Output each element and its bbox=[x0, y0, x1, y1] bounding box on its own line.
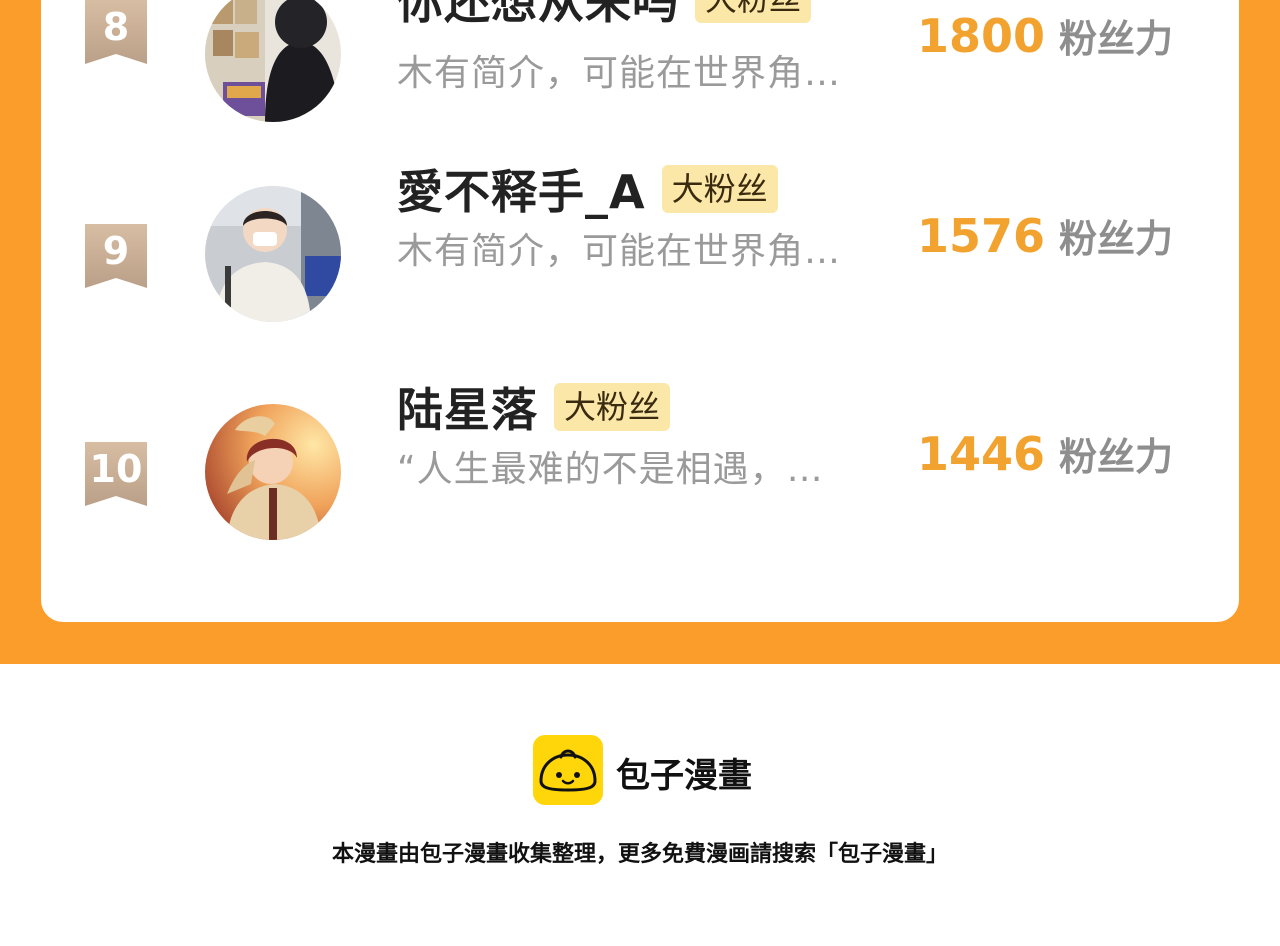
score-value: 1800 bbox=[917, 9, 1046, 63]
score-value: 1446 bbox=[917, 427, 1046, 481]
ranking-frame: 8 你还想从来吗 大粉丝 木有 bbox=[0, 0, 1280, 664]
user-avatar[interactable] bbox=[205, 0, 341, 122]
username-line: 你还想从来吗 大粉丝 bbox=[397, 0, 812, 29]
rank-ribbon-icon: 8 bbox=[85, 0, 147, 64]
ranking-row[interactable]: 8 你还想从来吗 大粉丝 木有 bbox=[41, 0, 1239, 128]
ranking-row[interactable]: 9 愛不释手_A 大粉丝 木有简介，可能在世界角… 1576 粉丝力 bbox=[41, 165, 1239, 326]
user-bio: 木有简介，可能在世界角… bbox=[397, 231, 842, 272]
avatar-photo-icon bbox=[205, 0, 341, 122]
score-value: 1576 bbox=[917, 209, 1046, 263]
score-unit: 粉丝力 bbox=[1059, 217, 1174, 261]
ranking-card: 8 你还想从来吗 大粉丝 木有 bbox=[41, 0, 1239, 622]
score-unit: 粉丝力 bbox=[1059, 435, 1174, 479]
username[interactable]: 陆星落 bbox=[397, 374, 538, 440]
user-avatar[interactable] bbox=[205, 404, 341, 540]
fan-power-score: 1446 粉丝力 bbox=[917, 426, 1173, 481]
avatar-illustration-icon bbox=[205, 404, 341, 540]
fan-level-tag: 大粉丝 bbox=[695, 0, 812, 23]
user-bio: “人生最难的不是相遇，… bbox=[397, 449, 824, 490]
user-avatar[interactable] bbox=[205, 186, 341, 322]
fan-level-tag: 大粉丝 bbox=[661, 165, 778, 213]
rank-ribbon-icon: 9 bbox=[85, 224, 147, 288]
score-unit: 粉丝力 bbox=[1059, 17, 1174, 61]
baozi-logo-icon[interactable] bbox=[533, 735, 603, 805]
fan-power-score: 1800 粉丝力 bbox=[917, 8, 1173, 63]
user-bio: 木有简介，可能在世界角… bbox=[397, 53, 842, 94]
avatar-photo-icon bbox=[205, 186, 341, 322]
username[interactable]: 你还想从来吗 bbox=[397, 0, 679, 32]
footer-note: 本漫畫由包子漫畫收集整理，更多免費漫画請搜索「包子漫畫」 bbox=[331, 842, 948, 867]
rank-number: 9 bbox=[102, 229, 130, 273]
rank-number: 8 bbox=[102, 5, 130, 49]
username-line: 愛不释手_A 大粉丝 bbox=[397, 162, 778, 219]
rank-ribbon-icon: 10 bbox=[85, 442, 147, 506]
rank-number: 10 bbox=[89, 447, 143, 491]
fan-level-tag: 大粉丝 bbox=[554, 383, 671, 431]
footer-brand[interactable]: 包子漫畫 bbox=[616, 748, 752, 797]
username[interactable]: 愛不释手_A bbox=[397, 156, 646, 222]
ranking-row[interactable]: 10 陆星落 大粉丝 “人生最难的不是相遇，… 1446 粉丝力 bbox=[41, 383, 1239, 544]
fan-power-score: 1576 粉丝力 bbox=[917, 208, 1173, 263]
username-line: 陆星落 大粉丝 bbox=[397, 380, 671, 437]
